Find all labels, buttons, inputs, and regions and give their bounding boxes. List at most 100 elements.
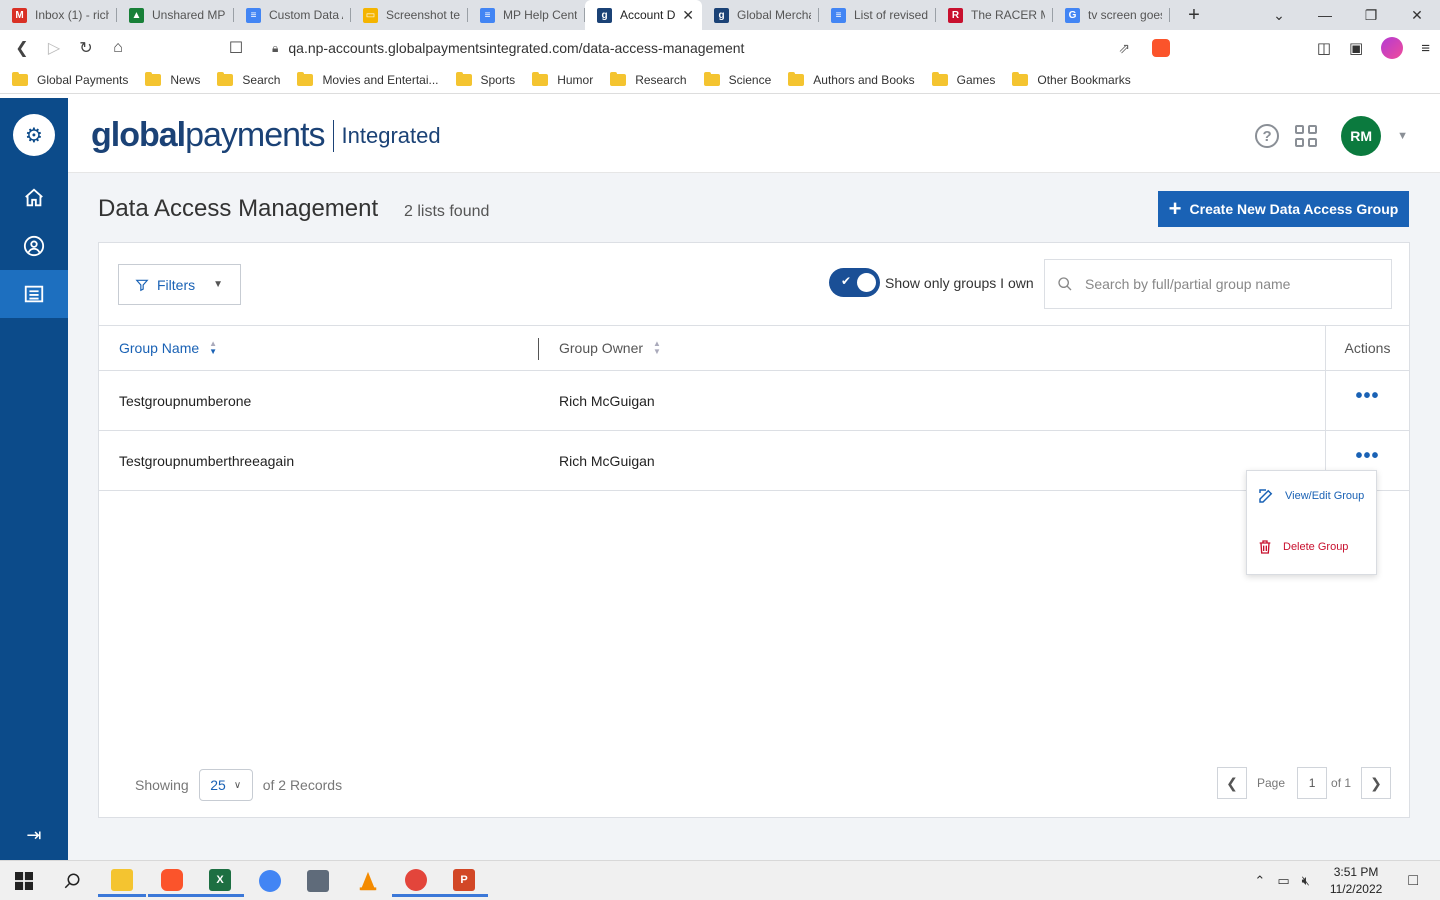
page-size-select[interactable]: 25 ∨ xyxy=(198,769,253,801)
prev-page-button[interactable]: ❮ xyxy=(1217,767,1247,799)
brave-shield-icon[interactable] xyxy=(1152,39,1170,57)
bookmark-item[interactable]: Science xyxy=(703,71,771,87)
bookmark-item[interactable]: News xyxy=(145,71,200,87)
restore-icon[interactable]: ❐ xyxy=(1348,7,1394,24)
browser-tab[interactable]: M Inbox (1) - rich xyxy=(0,0,117,30)
network-icon[interactable]: ▭ xyxy=(1277,873,1289,889)
wallet-icon[interactable]: ▣ xyxy=(1349,39,1363,57)
browser-tab[interactable]: ≡ MP Help Cente xyxy=(468,0,585,30)
browser-tab[interactable]: ≡ List of revised xyxy=(819,0,936,30)
globalpayments-icon: g xyxy=(714,7,729,23)
window-close-icon[interactable]: ✕ xyxy=(1394,7,1440,24)
view-edit-group-menu-item[interactable]: View/Edit Group xyxy=(1257,487,1364,505)
folder-icon xyxy=(532,71,549,86)
table-row: Testgroupnumberthreeagain Rich McGuigan … xyxy=(99,431,1409,491)
vlc-icon[interactable] xyxy=(344,865,392,897)
bookmark-label: Games xyxy=(956,72,996,87)
page-title: Data Access Management xyxy=(98,195,379,222)
column-group-name[interactable]: Group Name ▲ ▼ xyxy=(119,326,217,370)
brand-logo[interactable]: globalpayments Integrated xyxy=(91,116,441,155)
bookmark-item[interactable]: Authors and Books xyxy=(788,71,915,87)
browser-tab[interactable]: g Account D ✕ xyxy=(585,0,702,30)
column-divider[interactable] xyxy=(538,338,539,360)
group-owner-cell: Rich McGuigan xyxy=(559,393,655,409)
home-icon[interactable]: ⌂ xyxy=(102,39,134,57)
account-dropdown-icon[interactable]: ▼ xyxy=(1397,130,1408,142)
share-icon[interactable]: ⇗ xyxy=(1118,40,1130,57)
current-page-input[interactable]: 1 xyxy=(1297,767,1328,799)
browser-tab[interactable]: R The RACER Ma xyxy=(936,0,1053,30)
records-label: of 2 Records xyxy=(262,777,343,793)
bookmark-item[interactable]: Research xyxy=(610,71,687,87)
own-groups-toggle[interactable]: ✔ xyxy=(829,268,880,297)
list-icon xyxy=(24,285,44,303)
next-page-button[interactable]: ❯ xyxy=(1361,767,1392,799)
apps-grid-icon[interactable] xyxy=(1295,125,1318,147)
excel-icon[interactable]: X xyxy=(196,865,244,897)
main-content: Data Access Management 2 lists found + C… xyxy=(68,173,1440,860)
camera-icon[interactable] xyxy=(294,865,342,897)
back-icon[interactable]: ❮ xyxy=(6,38,38,58)
help-icon[interactable]: ? xyxy=(1255,124,1280,148)
clock[interactable]: 3:51 PM 11/2/2022 xyxy=(1330,864,1383,898)
forward-icon[interactable]: ▷ xyxy=(38,38,70,58)
new-tab-button[interactable]: + xyxy=(1182,4,1206,27)
tray-chevron-icon[interactable]: ⌃ xyxy=(1254,873,1265,889)
row-actions-icon[interactable]: ••• xyxy=(1325,371,1409,430)
profile-icon[interactable] xyxy=(1381,37,1404,59)
brand-wordmark: globalpayments xyxy=(91,116,326,154)
bookmark-item[interactable]: Games xyxy=(931,71,996,87)
bookmark-item[interactable]: Other Bookmarks xyxy=(1012,71,1131,87)
reload-icon[interactable]: ↻ xyxy=(70,38,102,58)
browser-tab-bar: M Inbox (1) - rich ▲ Unshared MP H ≡ Custom D… xyxy=(0,0,1440,30)
volume-muted-icon[interactable]: 🔇︎ xyxy=(1302,873,1310,889)
avatar[interactable]: RM xyxy=(1341,116,1382,156)
folder-icon xyxy=(610,71,627,86)
browser-tab[interactable]: ≡ Custom Data A xyxy=(234,0,351,30)
browser-tab[interactable]: g Global Mercha xyxy=(702,0,819,30)
snipping-tool-icon[interactable] xyxy=(392,865,440,897)
tab-search-icon[interactable]: ⌄ xyxy=(1256,7,1302,24)
bookmark-label: Authors and Books xyxy=(813,72,915,87)
pagination: ❮ Page 1 of 1 ❯ xyxy=(1217,767,1392,799)
brave-browser-icon[interactable] xyxy=(148,865,196,897)
app-sidebar: ⚙︎ ⇥ xyxy=(0,98,68,860)
sidebar-item-profile[interactable] xyxy=(0,222,68,270)
notifications-icon[interactable]: □ xyxy=(1408,872,1418,890)
search-input[interactable] xyxy=(1085,276,1365,292)
column-group-owner-label: Group Owner xyxy=(559,340,644,356)
start-button[interactable] xyxy=(0,865,48,897)
group-search xyxy=(1044,259,1392,309)
bookmark-item[interactable]: Search xyxy=(217,71,280,87)
menu-icon[interactable]: ≡ xyxy=(1421,40,1430,57)
bookmark-item[interactable]: Movies and Entertai... xyxy=(297,71,439,87)
taskbar-search-icon[interactable] xyxy=(48,865,96,897)
bookmark-item[interactable]: Sports xyxy=(455,71,515,87)
folder-icon xyxy=(455,71,472,86)
bookmark-item[interactable]: Humor xyxy=(532,71,593,87)
filters-button[interactable]: Filters ▼ xyxy=(118,264,241,305)
sidebar-toggle-icon[interactable]: ◫ xyxy=(1317,39,1331,57)
create-group-button[interactable]: + Create New Data Access Group xyxy=(1158,191,1409,227)
bookmark-page-icon[interactable]: ☐ xyxy=(220,38,252,58)
url-bar[interactable]: 🔒︎ qa.np-accounts.globalpaymentsintegrat… xyxy=(258,33,1182,63)
chrome-icon[interactable] xyxy=(246,865,294,897)
powerpoint-icon[interactable]: P xyxy=(440,865,488,897)
bookmark-item[interactable]: Global Payments xyxy=(12,71,128,87)
sidebar-item-data-access[interactable] xyxy=(0,270,68,318)
delete-group-menu-item[interactable]: Delete Group xyxy=(1257,539,1348,555)
minimize-icon[interactable]: — xyxy=(1302,7,1348,23)
folder-icon xyxy=(12,71,28,86)
browser-tab[interactable]: ▲ Unshared MP H xyxy=(117,0,234,30)
column-group-owner[interactable]: Group Owner ▲ ▼ xyxy=(559,326,661,370)
expand-sidebar-icon[interactable]: ⇥ xyxy=(0,825,68,846)
browser-tab[interactable]: Gtv screen goes xyxy=(1053,0,1170,30)
file-explorer-icon[interactable] xyxy=(98,865,146,897)
sort-icon: ▲ ▼ xyxy=(209,339,218,356)
browser-tab[interactable]: ▭ Screenshot tem xyxy=(351,0,468,30)
sidebar-item-home[interactable] xyxy=(0,174,68,222)
tab-close-icon[interactable]: ✕ xyxy=(682,7,694,24)
browser-tab-label: List of revised xyxy=(854,8,928,22)
window-controls: ⌄ — ❐ ✕ xyxy=(1256,0,1440,30)
settings-gear-icon[interactable]: ⚙︎ xyxy=(13,114,55,156)
